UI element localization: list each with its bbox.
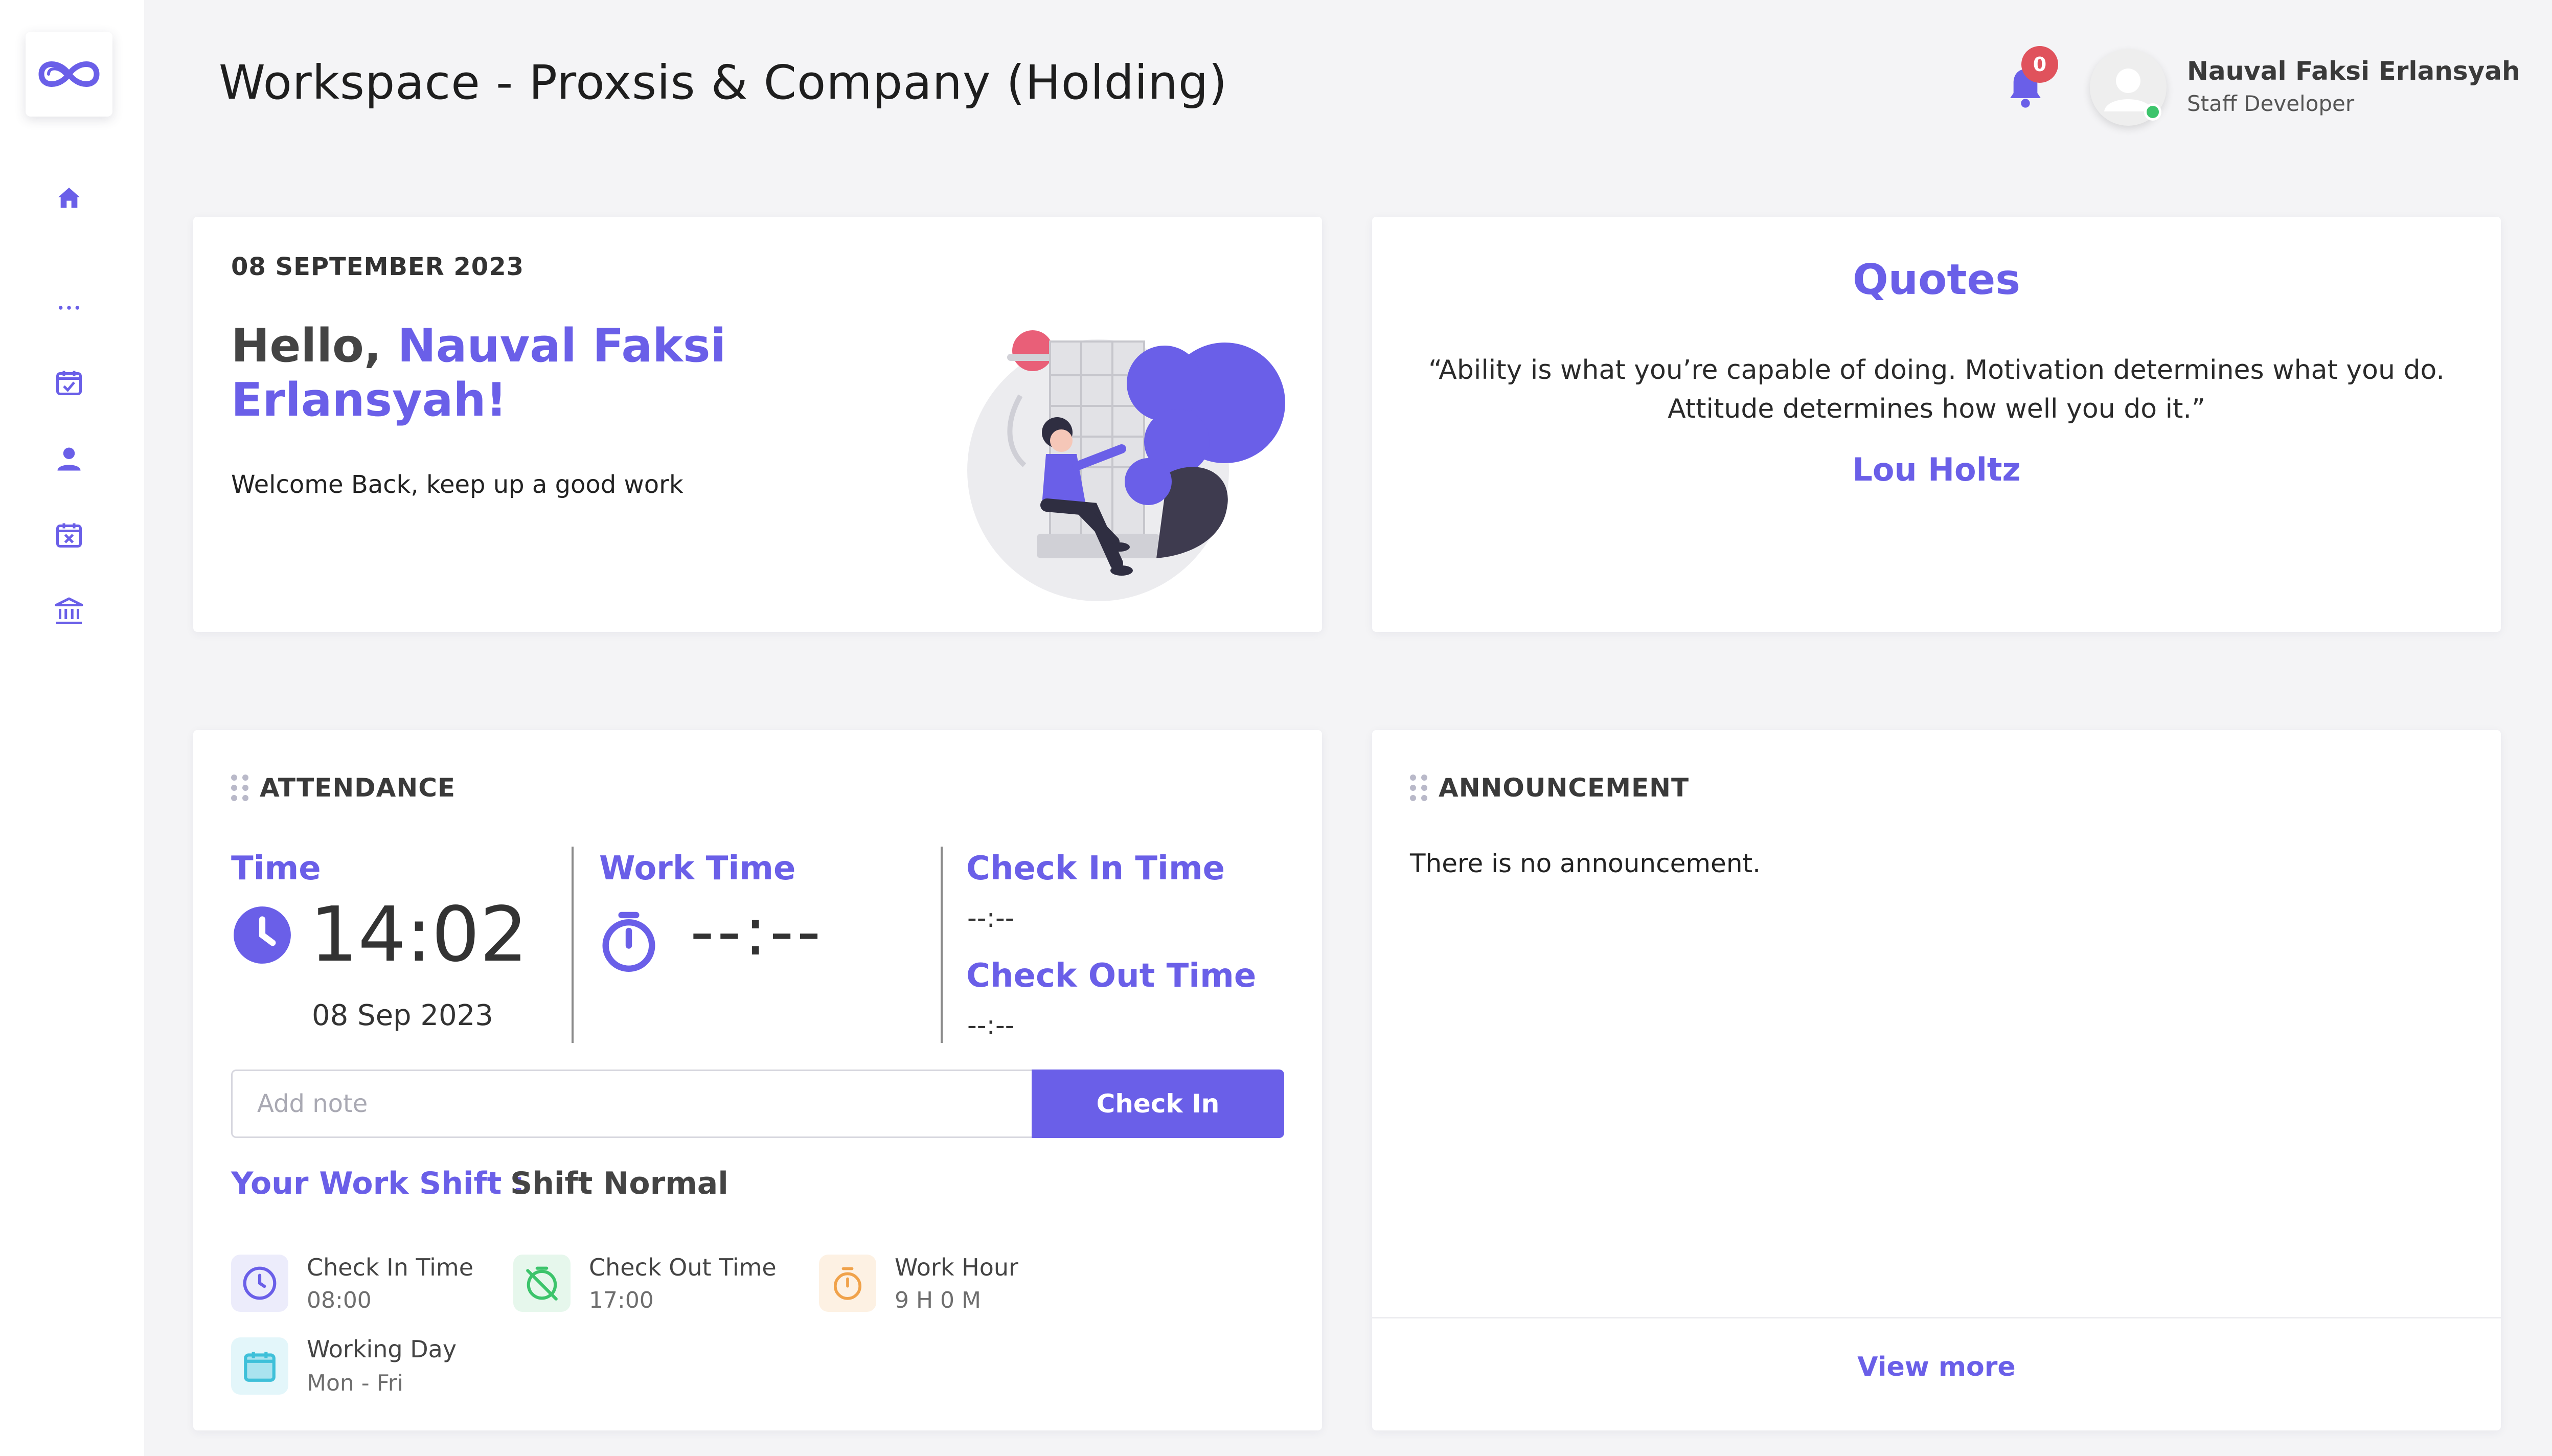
sidebar-item-home[interactable]	[51, 180, 87, 217]
welcome-illustration	[967, 330, 1285, 601]
check-in-time-label: Check In Time	[966, 850, 1225, 888]
announcement-empty-text: There is no announcement.	[1410, 849, 1761, 878]
time-label: Time	[231, 850, 321, 888]
sidebar-item-more[interactable]	[51, 289, 87, 326]
stopwatch-icon	[833, 1267, 862, 1300]
info-check-out-value: 17:00	[589, 1287, 654, 1313]
check-out-time-value: --:--	[967, 1010, 1015, 1041]
info-work-hour-icon-box	[819, 1255, 876, 1312]
stopwatch-icon	[602, 912, 655, 972]
info-check-out-title: Check Out Time	[589, 1254, 777, 1281]
more-icon	[58, 306, 80, 310]
sidebar	[0, 0, 144, 1456]
user-icon	[57, 447, 81, 471]
current-date-value: 08 Sep 2023	[312, 999, 493, 1032]
user-name: Nauval Faksi Erlansyah	[2187, 56, 2520, 86]
app-logo[interactable]	[26, 32, 112, 117]
check-out-time-label: Check Out Time	[966, 957, 1257, 995]
work-shift-value: Shift Normal	[510, 1166, 728, 1201]
calendar-check-icon	[56, 371, 82, 395]
sidebar-item-profile[interactable]	[51, 441, 87, 477]
quotes-card: Quotes “Ability is what you’re capable o…	[1372, 217, 2501, 632]
sidebar-item-attendance[interactable]	[51, 364, 87, 401]
announcement-header: ANNOUNCEMENT	[1410, 773, 1689, 803]
attendance-header: ATTENDANCE	[231, 773, 455, 803]
info-work-hour-value: 9 H 0 M	[895, 1287, 981, 1313]
info-check-out-icon-box	[513, 1255, 571, 1312]
column-divider	[572, 847, 574, 1043]
calendar-icon	[244, 1352, 276, 1382]
view-more-link[interactable]: View more	[1372, 1352, 2501, 1382]
timer-off-icon	[526, 1266, 558, 1301]
online-status-dot	[2144, 103, 2161, 121]
check-in-button[interactable]: Check In	[1032, 1070, 1284, 1138]
page-title: Workspace - Proxsis & Company (Holding)	[219, 55, 1228, 110]
bank-icon	[55, 597, 83, 624]
quote-text: “Ability is what you’re capable of doing…	[1428, 355, 2445, 424]
greeting: Hello, Nauval Faksi Erlansyah!	[231, 319, 793, 427]
info-check-in-value: 08:00	[307, 1287, 372, 1313]
quote-author: Lou Holtz	[1852, 451, 2021, 488]
attendance-title: ATTENDANCE	[260, 773, 456, 803]
current-time: 14:02	[310, 891, 528, 979]
home-icon	[58, 188, 80, 208]
column-divider	[941, 847, 943, 1043]
drag-handle-icon[interactable]	[1410, 775, 1427, 801]
welcome-subtitle: Welcome Back, keep up a good work	[231, 470, 683, 499]
quotes-title: Quotes	[1852, 256, 2021, 304]
infinity-logo-icon	[38, 61, 100, 87]
attendance-card: ATTENDANCE Time 14:02 08 Sep 2023 Work T…	[193, 730, 1322, 1430]
calendar-x-icon	[56, 523, 82, 548]
announcement-title: ANNOUNCEMENT	[1439, 773, 1690, 803]
add-note-input[interactable]	[231, 1070, 1032, 1138]
notification-badge: 0	[2021, 46, 2058, 83]
clock-icon	[243, 1266, 277, 1300]
work-shift-label: Your Work Shift :	[231, 1166, 525, 1201]
work-time-label: Work Time	[599, 850, 796, 888]
info-working-day-icon-box	[231, 1337, 288, 1395]
info-check-in-icon-box	[231, 1255, 288, 1312]
check-in-time-value: --:--	[967, 903, 1015, 934]
welcome-card: 08 SEPTEMBER 2023 Hello, Nauval Faksi Er…	[193, 217, 1322, 632]
work-time-value: --:--	[690, 893, 824, 970]
user-role: Staff Developer	[2187, 91, 2355, 116]
sidebar-item-leave[interactable]	[51, 516, 87, 553]
sidebar-item-finance[interactable]	[51, 593, 87, 630]
divider	[1372, 1317, 2501, 1318]
info-working-day-title: Working Day	[307, 1335, 457, 1363]
info-work-hour-title: Work Hour	[895, 1254, 1018, 1281]
clock-icon	[234, 906, 291, 964]
info-working-day-value: Mon - Fri	[307, 1370, 404, 1396]
current-date: 08 SEPTEMBER 2023	[231, 253, 524, 281]
info-check-in-title: Check In Time	[307, 1254, 474, 1281]
drag-handle-icon[interactable]	[231, 775, 248, 801]
greeting-prefix: Hello,	[231, 319, 382, 373]
announcement-card: ANNOUNCEMENT There is no announcement. V…	[1372, 730, 2501, 1430]
